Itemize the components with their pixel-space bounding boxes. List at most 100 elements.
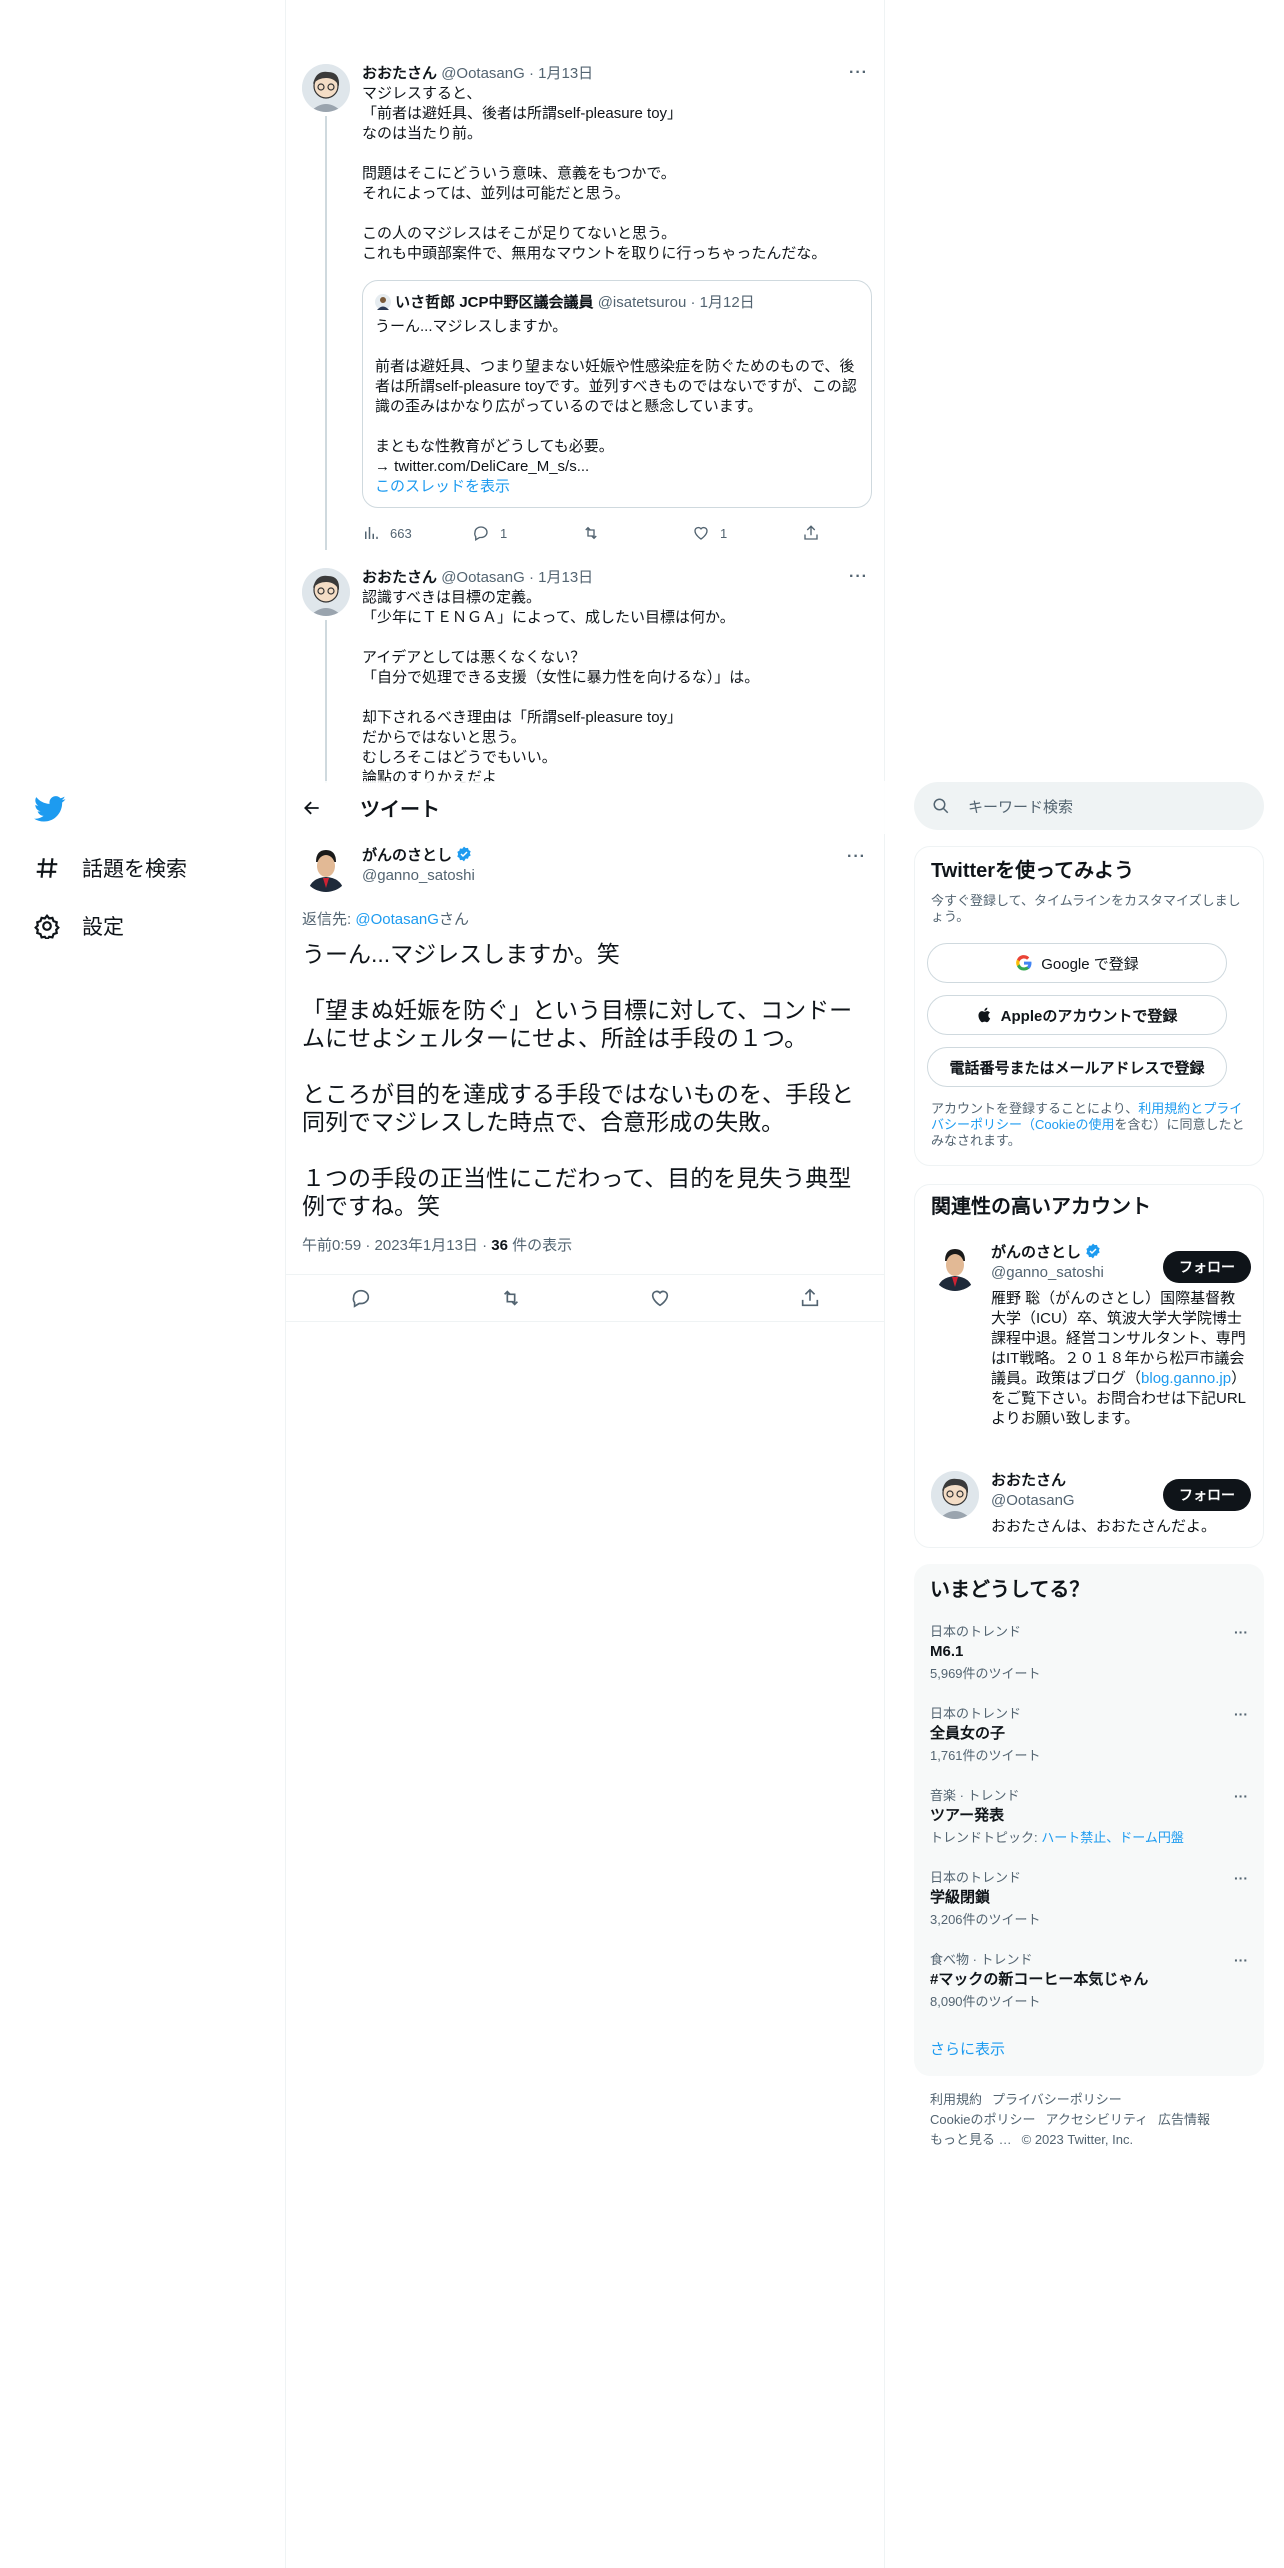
avatar[interactable] (302, 568, 350, 616)
signup-panel: Twitterを使ってみよう 今すぐ登録して、タイムラインをカスタマイズしましょ… (914, 846, 1264, 1166)
author-handle[interactable]: @OotasanG (441, 569, 525, 586)
trend-count: 1,761件のツイート (930, 1748, 1041, 1763)
avatar-photo-icon (931, 1243, 979, 1291)
google-signup-button[interactable]: Google で登録 (927, 943, 1227, 983)
show-thread-link[interactable]: このスレッドを表示 (375, 477, 859, 497)
share-action[interactable] (802, 524, 912, 542)
search-input[interactable]: キーワード検索 (968, 796, 1073, 817)
ads-link[interactable]: 広告情報 (1158, 2112, 1210, 2127)
reply-icon (474, 526, 488, 541)
reply-to-link[interactable]: @OotasanG (355, 911, 439, 928)
apple-signup-button[interactable]: Appleのアカウントで登録 (927, 995, 1227, 1035)
author-handle[interactable]: @ganno_satoshi (362, 866, 475, 886)
quote-header: いさ哲郎 JCP中野区議会議員 @isatetsurou · 1月12日 (375, 293, 859, 313)
trend-topic-prefix: トレンドトピック: (930, 1830, 1042, 1845)
more-options-icon[interactable]: ··· (847, 848, 866, 866)
follow-button[interactable]: フォロー (1163, 1479, 1251, 1511)
tweet-timestamp[interactable]: 午前0:59 · 2023年1月13日 · (302, 1237, 491, 1254)
more-link[interactable]: もっと見る … (930, 2132, 1012, 2147)
gear-icon (34, 913, 60, 939)
separator: · (690, 294, 696, 311)
avatar[interactable] (302, 64, 350, 112)
trend-item[interactable]: 音楽 · トレンド ツアー発表 トレンドトピック: ハート禁止、ドーム円盤 ··… (930, 1788, 1248, 1846)
verified-badge-icon (457, 846, 471, 862)
google-signup-label: Google で登録 (1041, 955, 1139, 973)
trend-item[interactable]: 日本のトレンド 学級閉鎖 3,206件のツイート ··· (930, 1870, 1248, 1928)
thread-tweet-2[interactable]: おおたさん @OotasanG · 1月13日 ··· 認識すべきは目標の定義。… (302, 568, 872, 783)
trend-more-icon[interactable]: ··· (1234, 1870, 1248, 1886)
views-action[interactable]: 663 (362, 524, 472, 542)
tweet-text: うーん...マジレスしますか。笑 「望まぬ妊娠を防ぐ」という目標に対して、コンド… (302, 941, 854, 1219)
reply-count: 1 (500, 525, 508, 541)
avatar[interactable] (302, 844, 350, 892)
separator: · (528, 65, 534, 82)
reply-action[interactable]: 1 (472, 524, 582, 542)
quote-text: うーん...マジレスしますか。 前者は避妊具、つまり望まない妊娠や性感染症を防ぐ… (375, 318, 857, 475)
nav-explore[interactable]: 話題を検索 (34, 853, 187, 883)
show-more-link[interactable]: さらに表示 (930, 2038, 1005, 2059)
trends-panel: いまどうしてる？ 日本のトレンド M6.1 5,969件のツイート ··· 日本… (914, 1564, 1264, 2076)
quote-tweet[interactable]: いさ哲郎 JCP中野区議会議員 @isatetsurou · 1月12日 うーん… (362, 280, 872, 508)
avatar[interactable] (931, 1471, 979, 1519)
search-box[interactable]: キーワード検索 (914, 782, 1264, 830)
more-options-icon[interactable]: ··· (849, 568, 868, 586)
tweet-page-header: ツイート (286, 781, 885, 834)
trend-topic-links[interactable]: ハート禁止、ドーム円盤 (1041, 1830, 1184, 1845)
avatar-photo-icon (302, 844, 350, 892)
author-name[interactable]: おおたさん (362, 65, 437, 82)
author-handle[interactable]: @OotasanG (441, 65, 525, 82)
thread-tweet-1[interactable]: おおたさん @OotasanG · 1月13日 ··· マジレスすると、 「前者… (302, 64, 872, 554)
trend-more-icon[interactable]: ··· (1234, 1952, 1248, 1968)
verified-badge-icon (1086, 1243, 1100, 1259)
reply-suffix: さん (438, 911, 469, 928)
follow-button[interactable]: フォロー (1163, 1251, 1251, 1283)
google-g-icon (1016, 955, 1032, 971)
account-name[interactable]: おおたさん (991, 1471, 1066, 1491)
footer-links: 利用規約 プライバシーポリシー Cookieのポリシー アクセシビリティ 広告情報 も… (930, 2090, 1250, 2150)
reply-icon[interactable] (350, 1287, 372, 1309)
account-name[interactable]: がんのさとし (991, 1244, 1081, 1261)
heart-icon[interactable] (649, 1287, 671, 1309)
retweet-action[interactable] (582, 524, 692, 542)
nav-settings[interactable]: 設定 (34, 911, 124, 941)
reply-context: 返信先: @OotasanGさん (302, 910, 469, 930)
author-name[interactable]: おおたさん (362, 569, 437, 586)
nav-settings-label: 設定 (82, 916, 124, 939)
account-handle[interactable]: @ganno_satoshi (991, 1263, 1104, 1283)
author-name[interactable]: がんのさとし (362, 847, 452, 864)
trend-more-icon[interactable]: ··· (1234, 1706, 1248, 1722)
views-count: 663 (390, 525, 412, 541)
accessibility-link[interactable]: アクセシビリティ (1045, 2112, 1148, 2127)
twitter-logo-icon[interactable] (34, 793, 66, 825)
trend-item[interactable]: 日本のトレンド 全員女の子 1,761件のツイート ··· (930, 1706, 1248, 1764)
terms-link[interactable]: 利用規約 (930, 2092, 982, 2107)
legal-text: アカウントを登録することにより、 (931, 1101, 1139, 1116)
nav-explore-label: 話題を検索 (82, 858, 187, 881)
trend-name: ツアー発表 (930, 1807, 1005, 1824)
cookie-link[interactable]: Cookieのポリシー (930, 2112, 1035, 2127)
related-accounts-panel: 関連性の高いアカウント がんのさとし @ganno_satoshi フォロー 雁… (914, 1184, 1264, 1548)
related-title: 関連性の高いアカウント (931, 1196, 1151, 1218)
bio-link[interactable]: blog.ganno.jp (1141, 1370, 1231, 1387)
more-options-icon[interactable]: ··· (849, 64, 868, 82)
like-action[interactable]: 1 (692, 524, 802, 542)
retweet-icon[interactable] (500, 1287, 522, 1309)
tweet-date[interactable]: 1月13日 (538, 65, 593, 82)
tweet-actions: 663 1 1 (362, 524, 912, 542)
views-count: 36 (491, 1237, 508, 1254)
tweet-text: 認識すべきは目標の定義。 「少年にＴＥＮＧＡ」によって、成したい目標は何か。 ア… (362, 589, 760, 783)
avatar[interactable] (931, 1243, 979, 1291)
hashtag-icon (36, 858, 58, 878)
account-handle[interactable]: @OotasanG (991, 1491, 1075, 1511)
trend-more-icon[interactable]: ··· (1234, 1624, 1248, 1640)
phone-email-signup-button[interactable]: 電話番号またはメールアドレスで登録 (927, 1047, 1227, 1087)
privacy-link[interactable]: プライバシーポリシー (992, 2092, 1122, 2107)
share-icon[interactable] (799, 1287, 821, 1309)
trend-more-icon[interactable]: ··· (1234, 1788, 1248, 1804)
trend-count: 3,206件のツイート (930, 1912, 1041, 1927)
search-icon (933, 798, 949, 814)
back-arrow-icon[interactable] (302, 798, 322, 818)
trend-item[interactable]: 日本のトレンド M6.1 5,969件のツイート ··· (930, 1624, 1248, 1682)
trend-item[interactable]: 食べ物 · トレンド #マックの新コーヒー本気じゃん 8,090件のツイート ·… (930, 1952, 1248, 2010)
tweet-date[interactable]: 1月13日 (538, 569, 593, 586)
